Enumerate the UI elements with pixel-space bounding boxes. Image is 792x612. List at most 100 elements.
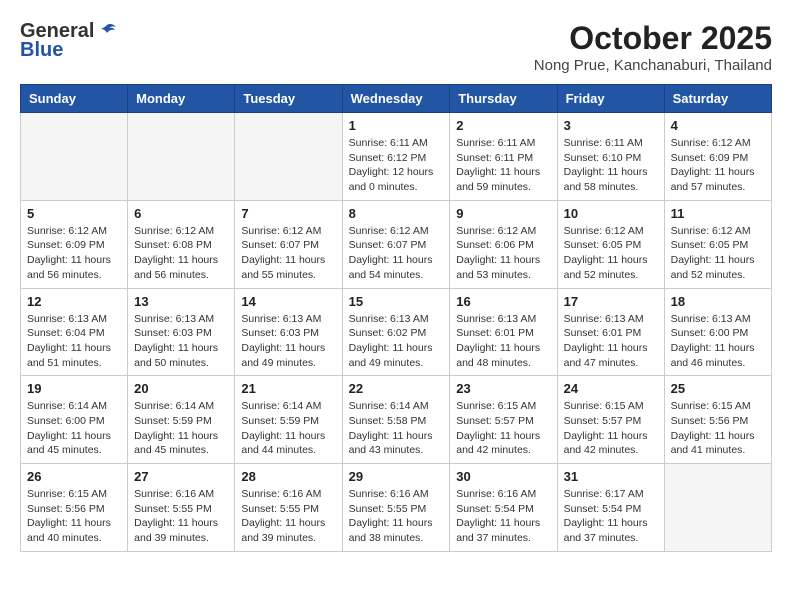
calendar-day-cell: 19 Sunrise: 6:14 AM Sunset: 6:00 PM Dayli… bbox=[21, 376, 128, 464]
calendar-day-cell: 11 Sunrise: 6:12 AM Sunset: 6:05 PM Dayli… bbox=[664, 200, 771, 288]
calendar-day-cell: 5 Sunrise: 6:12 AM Sunset: 6:09 PM Daylig… bbox=[21, 200, 128, 288]
calendar-day-cell: 13 Sunrise: 6:13 AM Sunset: 6:03 PM Dayli… bbox=[128, 288, 235, 376]
calendar-day-cell: 9 Sunrise: 6:12 AM Sunset: 6:06 PM Daylig… bbox=[450, 200, 557, 288]
day-info: Sunrise: 6:15 AM Sunset: 5:57 PM Dayligh… bbox=[564, 399, 658, 458]
calendar-day-cell: 8 Sunrise: 6:12 AM Sunset: 6:07 PM Daylig… bbox=[342, 200, 450, 288]
day-info: Sunrise: 6:15 AM Sunset: 5:57 PM Dayligh… bbox=[456, 399, 550, 458]
day-number: 16 bbox=[456, 294, 550, 309]
calendar-day-cell: 2 Sunrise: 6:11 AM Sunset: 6:11 PM Daylig… bbox=[450, 113, 557, 201]
day-number: 30 bbox=[456, 469, 550, 484]
day-number: 9 bbox=[456, 206, 550, 221]
calendar-week-row-2: 5 Sunrise: 6:12 AM Sunset: 6:09 PM Daylig… bbox=[21, 200, 772, 288]
day-number: 3 bbox=[564, 118, 658, 133]
day-number: 6 bbox=[134, 206, 228, 221]
day-info: Sunrise: 6:13 AM Sunset: 6:01 PM Dayligh… bbox=[456, 312, 550, 371]
logo-bird-icon bbox=[96, 21, 118, 43]
day-number: 1 bbox=[349, 118, 444, 133]
month-title: October 2025 bbox=[534, 20, 772, 57]
day-info: Sunrise: 6:13 AM Sunset: 6:03 PM Dayligh… bbox=[241, 312, 335, 371]
calendar-day-cell: 12 Sunrise: 6:13 AM Sunset: 6:04 PM Dayli… bbox=[21, 288, 128, 376]
calendar-day-cell: 29Sunrise: 6:16 AM Sunset: 5:55 PM Dayli… bbox=[342, 464, 450, 552]
day-number: 19 bbox=[27, 381, 121, 396]
page-header: General Blue October 2025 Nong Prue, Kan… bbox=[20, 20, 772, 74]
day-info: Sunrise: 6:17 AM Sunset: 5:54 PM Dayligh… bbox=[564, 487, 658, 546]
day-info: Sunrise: 6:12 AM Sunset: 6:06 PM Dayligh… bbox=[456, 224, 550, 283]
day-info: Sunrise: 6:11 AM Sunset: 6:11 PM Dayligh… bbox=[456, 136, 550, 195]
calendar-day-cell: 18Sunrise: 6:13 AM Sunset: 6:00 PM Dayli… bbox=[664, 288, 771, 376]
weekday-header-thursday: Thursday bbox=[450, 85, 557, 113]
day-info: Sunrise: 6:12 AM Sunset: 6:05 PM Dayligh… bbox=[564, 224, 658, 283]
calendar-day-cell: 22 Sunrise: 6:14 AM Sunset: 5:58 PM Dayli… bbox=[342, 376, 450, 464]
calendar-day-cell: 24 Sunrise: 6:15 AM Sunset: 5:57 PM Dayli… bbox=[557, 376, 664, 464]
calendar-day-cell: 6Sunrise: 6:12 AM Sunset: 6:08 PM Daylig… bbox=[128, 200, 235, 288]
day-number: 5 bbox=[27, 206, 121, 221]
day-number: 24 bbox=[564, 381, 658, 396]
calendar-day-cell: 30 Sunrise: 6:16 AM Sunset: 5:54 PM Dayli… bbox=[450, 464, 557, 552]
calendar-week-row-4: 19 Sunrise: 6:14 AM Sunset: 6:00 PM Dayli… bbox=[21, 376, 772, 464]
title-section: October 2025 Nong Prue, Kanchanaburi, Th… bbox=[534, 20, 772, 74]
day-info: Sunrise: 6:12 AM Sunset: 6:09 PM Dayligh… bbox=[27, 224, 121, 283]
day-number: 25 bbox=[671, 381, 765, 396]
day-info: Sunrise: 6:14 AM Sunset: 5:59 PM Dayligh… bbox=[241, 399, 335, 458]
day-number: 27 bbox=[134, 469, 228, 484]
day-info: Sunrise: 6:12 AM Sunset: 6:07 PM Dayligh… bbox=[349, 224, 444, 283]
calendar-day-cell: 23Sunrise: 6:15 AM Sunset: 5:57 PM Dayli… bbox=[450, 376, 557, 464]
day-number: 2 bbox=[456, 118, 550, 133]
calendar-day-cell: 27 Sunrise: 6:16 AM Sunset: 5:55 PM Dayli… bbox=[128, 464, 235, 552]
day-info: Sunrise: 6:16 AM Sunset: 5:55 PM Dayligh… bbox=[349, 487, 444, 546]
logo-blue-text: Blue bbox=[20, 39, 63, 62]
weekday-header-row: SundayMondayTuesdayWednesdayThursdayFrid… bbox=[21, 85, 772, 113]
calendar-week-row-5: 26Sunrise: 6:15 AM Sunset: 5:56 PM Dayli… bbox=[21, 464, 772, 552]
day-info: Sunrise: 6:13 AM Sunset: 6:03 PM Dayligh… bbox=[134, 312, 228, 371]
weekday-header-tuesday: Tuesday bbox=[235, 85, 342, 113]
calendar-day-cell: 14Sunrise: 6:13 AM Sunset: 6:03 PM Dayli… bbox=[235, 288, 342, 376]
weekday-header-sunday: Sunday bbox=[21, 85, 128, 113]
weekday-header-monday: Monday bbox=[128, 85, 235, 113]
calendar-day-cell: 3Sunrise: 6:11 AM Sunset: 6:10 PM Daylig… bbox=[557, 113, 664, 201]
day-info: Sunrise: 6:14 AM Sunset: 6:00 PM Dayligh… bbox=[27, 399, 121, 458]
calendar-day-cell: 1 Sunrise: 6:11 AM Sunset: 6:12 PM Daylig… bbox=[342, 113, 450, 201]
calendar-day-cell: 7 Sunrise: 6:12 AM Sunset: 6:07 PM Daylig… bbox=[235, 200, 342, 288]
calendar-day-cell bbox=[664, 464, 771, 552]
day-info: Sunrise: 6:16 AM Sunset: 5:54 PM Dayligh… bbox=[456, 487, 550, 546]
weekday-header-friday: Friday bbox=[557, 85, 664, 113]
day-number: 18 bbox=[671, 294, 765, 309]
day-number: 7 bbox=[241, 206, 335, 221]
day-info: Sunrise: 6:14 AM Sunset: 5:58 PM Dayligh… bbox=[349, 399, 444, 458]
calendar-day-cell bbox=[128, 113, 235, 201]
calendar-week-row-1: 1 Sunrise: 6:11 AM Sunset: 6:12 PM Daylig… bbox=[21, 113, 772, 201]
day-number: 8 bbox=[349, 206, 444, 221]
day-number: 12 bbox=[27, 294, 121, 309]
day-number: 17 bbox=[564, 294, 658, 309]
day-number: 13 bbox=[134, 294, 228, 309]
calendar-week-row-3: 12 Sunrise: 6:13 AM Sunset: 6:04 PM Dayli… bbox=[21, 288, 772, 376]
day-info: Sunrise: 6:11 AM Sunset: 6:12 PM Dayligh… bbox=[349, 136, 444, 195]
logo: General Blue bbox=[20, 20, 118, 62]
day-number: 15 bbox=[349, 294, 444, 309]
day-info: Sunrise: 6:16 AM Sunset: 5:55 PM Dayligh… bbox=[241, 487, 335, 546]
day-info: Sunrise: 6:14 AM Sunset: 5:59 PM Dayligh… bbox=[134, 399, 228, 458]
day-info: Sunrise: 6:13 AM Sunset: 6:04 PM Dayligh… bbox=[27, 312, 121, 371]
location: Nong Prue, Kanchanaburi, Thailand bbox=[534, 57, 772, 74]
calendar-table: SundayMondayTuesdayWednesdayThursdayFrid… bbox=[20, 84, 772, 552]
calendar-day-cell: 31Sunrise: 6:17 AM Sunset: 5:54 PM Dayli… bbox=[557, 464, 664, 552]
day-number: 10 bbox=[564, 206, 658, 221]
day-info: Sunrise: 6:15 AM Sunset: 5:56 PM Dayligh… bbox=[671, 399, 765, 458]
calendar-day-cell: 10 Sunrise: 6:12 AM Sunset: 6:05 PM Dayli… bbox=[557, 200, 664, 288]
day-number: 11 bbox=[671, 206, 765, 221]
day-number: 4 bbox=[671, 118, 765, 133]
day-info: Sunrise: 6:12 AM Sunset: 6:07 PM Dayligh… bbox=[241, 224, 335, 283]
day-number: 20 bbox=[134, 381, 228, 396]
calendar-day-cell bbox=[235, 113, 342, 201]
day-info: Sunrise: 6:12 AM Sunset: 6:05 PM Dayligh… bbox=[671, 224, 765, 283]
day-info: Sunrise: 6:16 AM Sunset: 5:55 PM Dayligh… bbox=[134, 487, 228, 546]
day-number: 26 bbox=[27, 469, 121, 484]
day-number: 22 bbox=[349, 381, 444, 396]
calendar-day-cell: 26Sunrise: 6:15 AM Sunset: 5:56 PM Dayli… bbox=[21, 464, 128, 552]
calendar-day-cell: 25 Sunrise: 6:15 AM Sunset: 5:56 PM Dayli… bbox=[664, 376, 771, 464]
calendar-day-cell: 4 Sunrise: 6:12 AM Sunset: 6:09 PM Daylig… bbox=[664, 113, 771, 201]
day-info: Sunrise: 6:12 AM Sunset: 6:09 PM Dayligh… bbox=[671, 136, 765, 195]
weekday-header-saturday: Saturday bbox=[664, 85, 771, 113]
day-number: 28 bbox=[241, 469, 335, 484]
day-info: Sunrise: 6:13 AM Sunset: 6:01 PM Dayligh… bbox=[564, 312, 658, 371]
